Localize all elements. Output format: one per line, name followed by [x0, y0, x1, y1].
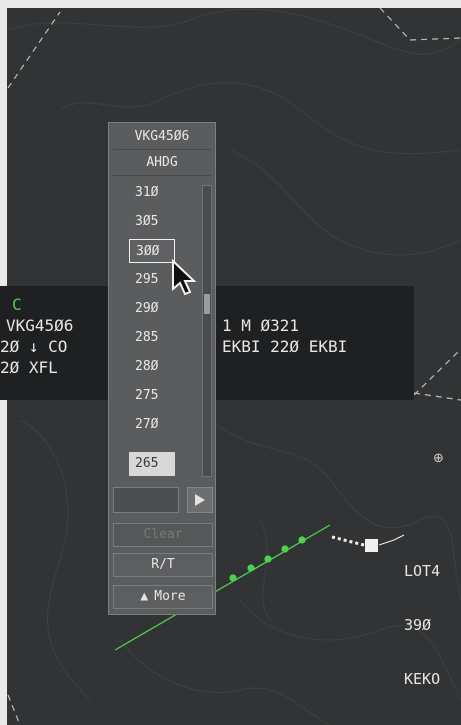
- map-contour: [119, 639, 331, 725]
- rt-button[interactable]: R/T: [113, 553, 213, 577]
- sector-boundary: [379, 7, 461, 41]
- more-label: More: [154, 589, 186, 604]
- label-callsign[interactable]: VKG45Ø6: [6, 315, 73, 336]
- apply-arrow-button[interactable]: [187, 487, 213, 513]
- level-item[interactable]: 28Ø: [129, 355, 175, 379]
- level-item-hovered[interactable]: 3ØØ: [129, 239, 175, 263]
- label-row1-right: 1 M Ø321: [222, 316, 300, 335]
- level-item[interactable]: 285: [129, 326, 175, 350]
- sector-boundary: [7, 11, 61, 89]
- more-button[interactable]: ▲ More: [113, 585, 213, 609]
- clear-button[interactable]: Clear: [113, 523, 213, 547]
- label-row3-left: 2Ø XFL: [0, 358, 58, 377]
- navaid-icon: ⊕: [433, 451, 444, 466]
- cfl-popup-menu: VKG45Ø6 AHDG 31Ø 3Ø5 3ØØ 295 29Ø 285 28Ø…: [108, 122, 216, 615]
- lot-leader-line: [378, 534, 405, 546]
- mouse-pointer-icon: [172, 259, 197, 296]
- level-item-selected[interactable]: 265: [129, 452, 175, 476]
- label-tag: C: [12, 295, 22, 314]
- lot-flight-label[interactable]: LOT4 39Ø KEKO: [404, 526, 440, 706]
- sector-boundary: [7, 694, 21, 725]
- level-item[interactable]: 31Ø: [129, 181, 175, 205]
- label-row2-right: EKBI 22Ø EKBI: [222, 337, 348, 356]
- sector-boundary: [413, 349, 461, 396]
- level-scrollbar[interactable]: [202, 185, 212, 477]
- map-contour: [9, 8, 461, 55]
- window-border-top: [0, 0, 461, 8]
- lot-track: [331, 535, 365, 547]
- level-item[interactable]: 27Ø: [129, 413, 175, 437]
- map-contour: [19, 419, 91, 701]
- lot-aircraft-symbol: [365, 539, 378, 552]
- level-item[interactable]: 295: [129, 268, 175, 292]
- lot-label-line1: LOT4: [404, 562, 441, 580]
- play-icon: [195, 494, 205, 506]
- triangle-up-icon: ▲: [140, 589, 149, 604]
- label-row2-left: 2Ø ↓ CO: [0, 337, 68, 356]
- lot-label-line3: KEKO: [404, 670, 441, 688]
- lot-label-line2: 39Ø: [404, 616, 432, 634]
- level-list: 31Ø 3Ø5 3ØØ 295 29Ø 285 28Ø 275 27Ø 265: [113, 181, 203, 481]
- level-item[interactable]: 3Ø5: [129, 210, 175, 234]
- history-dots: [229, 536, 306, 582]
- level-input[interactable]: [113, 487, 179, 513]
- sector-boundary: [413, 392, 461, 401]
- map-contour: [259, 519, 271, 621]
- level-item[interactable]: 29Ø: [129, 297, 175, 321]
- menu-callsign: VKG45Ø6: [113, 125, 211, 150]
- map-contour: [229, 149, 461, 256]
- scrollbar-thumb[interactable]: [204, 294, 210, 314]
- menu-mode[interactable]: AHDG: [113, 151, 211, 176]
- level-item[interactable]: 275: [129, 384, 175, 408]
